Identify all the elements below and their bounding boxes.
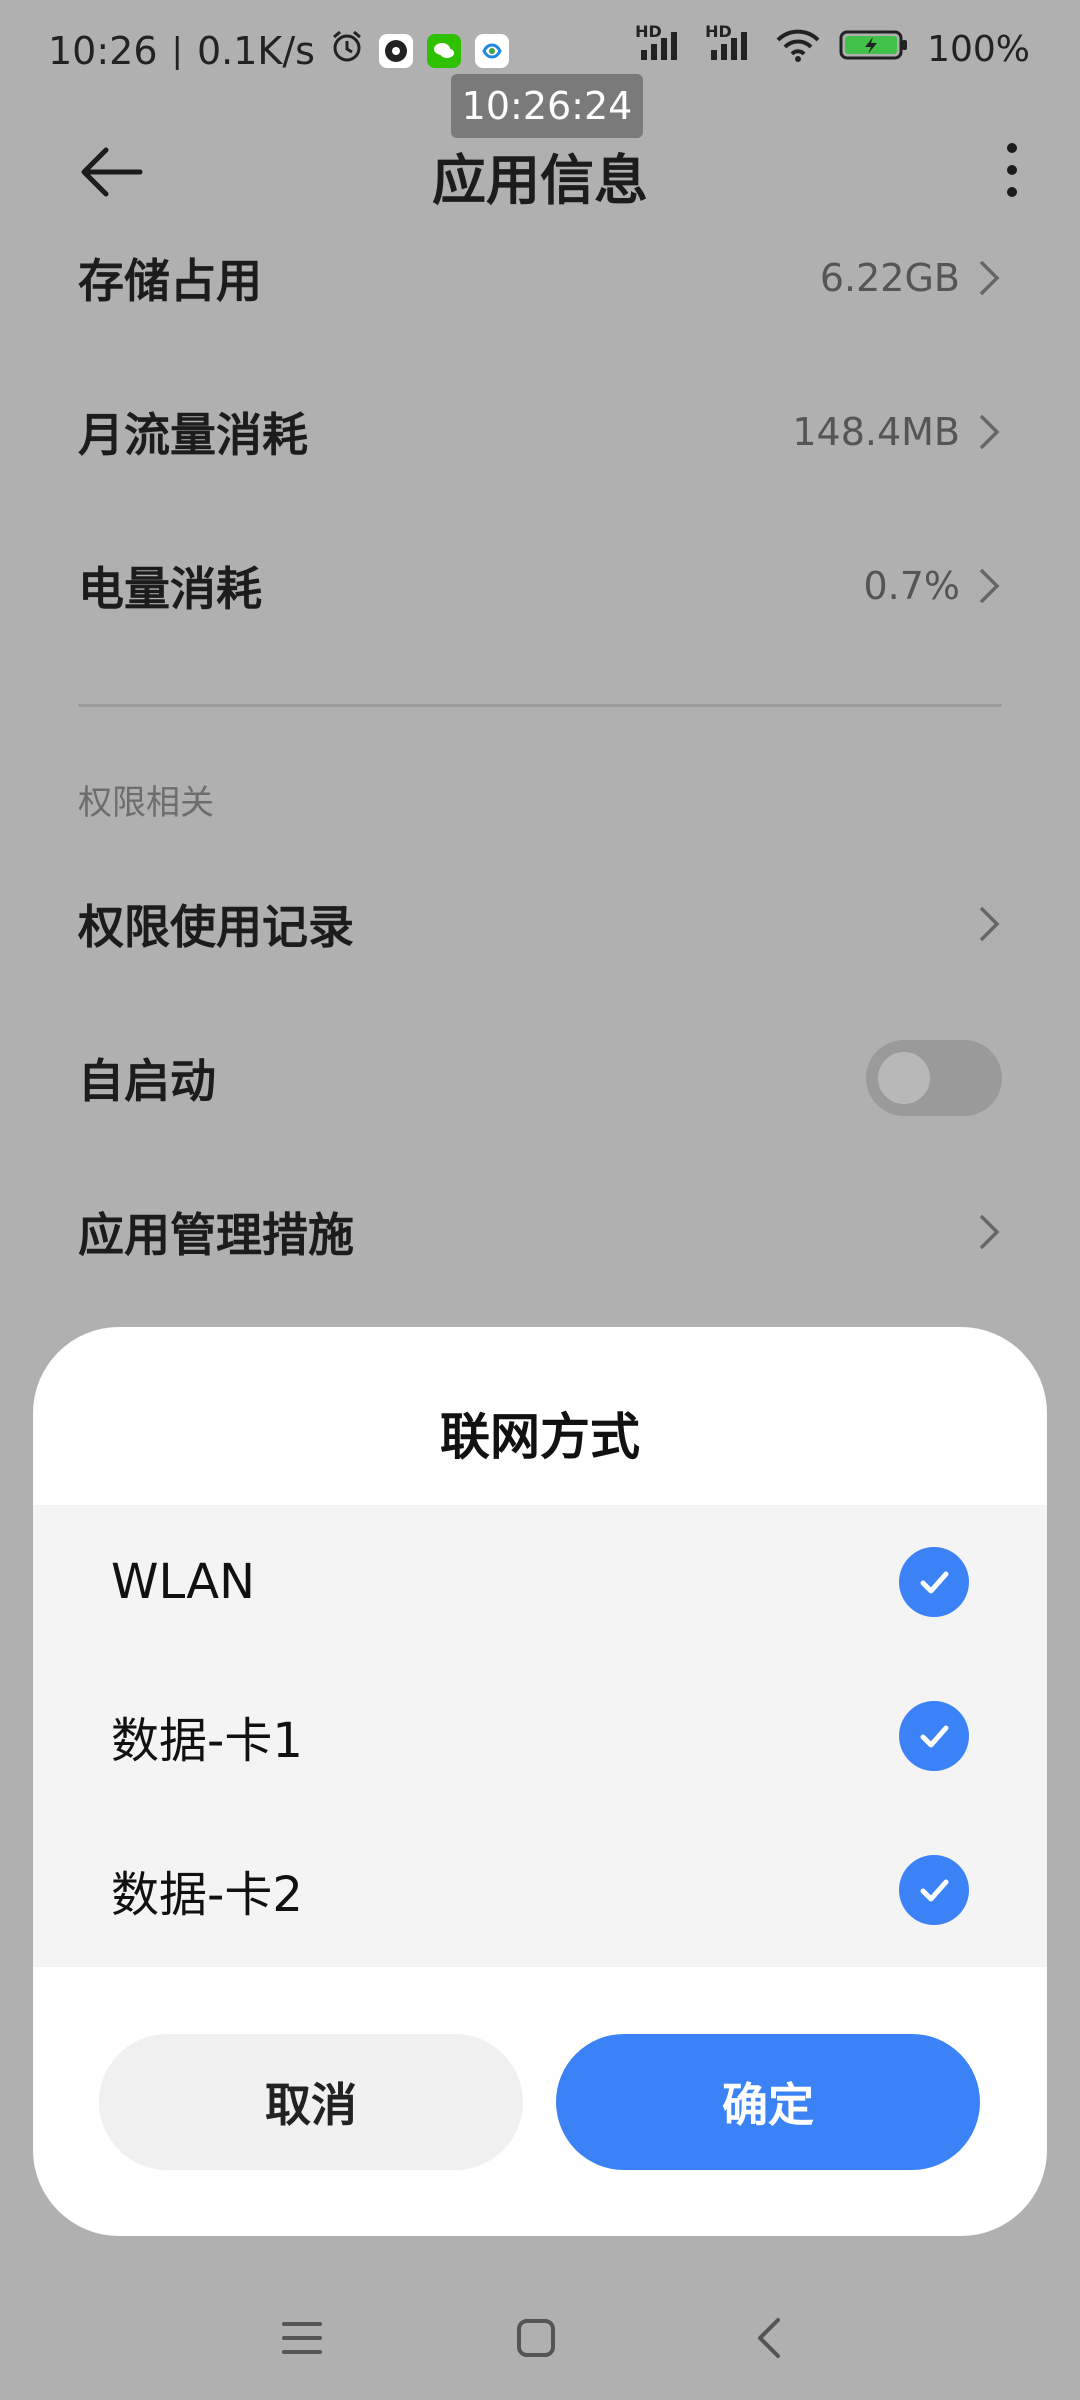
hd-label: HD (635, 22, 662, 41)
net-speed: 0.1K/s (196, 28, 315, 73)
wechat-icon (426, 33, 461, 68)
chevron-right-icon (979, 906, 1000, 942)
home-icon (517, 2319, 555, 2357)
status-time: 10:26 (48, 28, 158, 73)
section-title: 权限相关 (78, 783, 214, 823)
check-icon (920, 1879, 949, 1902)
toggle-knob (878, 1052, 930, 1104)
row-value: 148.4MB (792, 410, 960, 454)
page-title: 应用信息 (432, 149, 648, 212)
recents-button[interactable] (272, 2308, 332, 2368)
option-label: 数据-卡2 (111, 1867, 303, 1923)
row-label: 权限使用记录 (78, 900, 354, 954)
checkbox-checked[interactable] (899, 1855, 969, 1925)
row-label: 电量消耗 (78, 562, 262, 616)
confirm-button[interactable]: 确定 (556, 2034, 980, 2170)
option-sim2[interactable]: 数据-卡2 (33, 1813, 1047, 1967)
cancel-button[interactable]: 取消 (99, 2034, 523, 2170)
app-management-row[interactable]: 应用管理措施 (78, 1182, 1002, 1282)
status-separator: | (171, 30, 183, 71)
autostart-toggle[interactable] (866, 1040, 1002, 1116)
chevron-right-icon (979, 260, 1000, 296)
network-mode-dialog: 联网方式 WLAN 数据-卡1 数据-卡2 取消 确定 (33, 1327, 1047, 2236)
option-sim1[interactable]: 数据-卡1 (33, 1659, 1047, 1813)
battery-usage-row[interactable]: 电量消耗 0.7% (78, 536, 1002, 636)
nav-back-button[interactable] (740, 2308, 800, 2368)
row-value: 0.7% (863, 564, 960, 608)
system-nav-bar (0, 2280, 1080, 2400)
row-right: 0.7% (863, 564, 1002, 608)
row-label: 应用管理措施 (78, 1208, 354, 1262)
data-usage-row[interactable]: 月流量消耗 148.4MB (78, 382, 1002, 482)
signal-icon: HD (635, 22, 687, 71)
checkbox-checked[interactable] (899, 1547, 969, 1617)
divider (78, 704, 1002, 707)
mobile-app-icon (474, 33, 509, 68)
option-label: 数据-卡1 (111, 1713, 303, 1769)
clock-overlay: 10:26:24 (451, 74, 643, 138)
more-vert-icon (1007, 143, 1017, 197)
more-options-button[interactable] (1002, 138, 1022, 202)
status-left: 10:26 | 0.1K/s (48, 28, 509, 73)
chevron-right-icon (979, 1214, 1000, 1250)
dialog-title: 联网方式 (440, 1408, 640, 1466)
alarm-icon (329, 28, 365, 73)
row-label: 存储占用 (78, 254, 262, 308)
option-label: WLAN (111, 1554, 256, 1610)
options-list: WLAN 数据-卡1 数据-卡2 (33, 1505, 1047, 1967)
nav-back-icon (758, 2318, 780, 2358)
battery-percent: 100% (927, 29, 1030, 70)
hd-label: HD (705, 22, 732, 41)
row-label: 自启动 (78, 1054, 216, 1108)
menu-icon (282, 2322, 322, 2354)
permission-history-row[interactable]: 权限使用记录 (78, 874, 1002, 974)
signal-icon: HD (705, 22, 757, 71)
home-button[interactable] (506, 2308, 566, 2368)
row-value: 6.22GB (819, 256, 960, 300)
check-icon (920, 1725, 949, 1748)
autostart-row: 自启动 (78, 1028, 1002, 1128)
status-right: HD HD 100% (635, 22, 1030, 71)
checkbox-checked[interactable] (899, 1701, 969, 1771)
app-bar: 应用信息 (0, 130, 1080, 212)
check-icon (920, 1571, 949, 1594)
chevron-right-icon (979, 414, 1000, 450)
row-right: 148.4MB (792, 410, 1002, 454)
option-wlan[interactable]: WLAN (33, 1505, 1047, 1659)
storage-row[interactable]: 存储占用 6.22GB (78, 228, 1002, 328)
wifi-icon (775, 28, 821, 71)
row-label: 月流量消耗 (78, 408, 308, 462)
battery-icon (839, 28, 909, 71)
app-icon (378, 33, 413, 68)
chevron-right-icon (979, 568, 1000, 604)
row-right: 6.22GB (820, 256, 1002, 300)
